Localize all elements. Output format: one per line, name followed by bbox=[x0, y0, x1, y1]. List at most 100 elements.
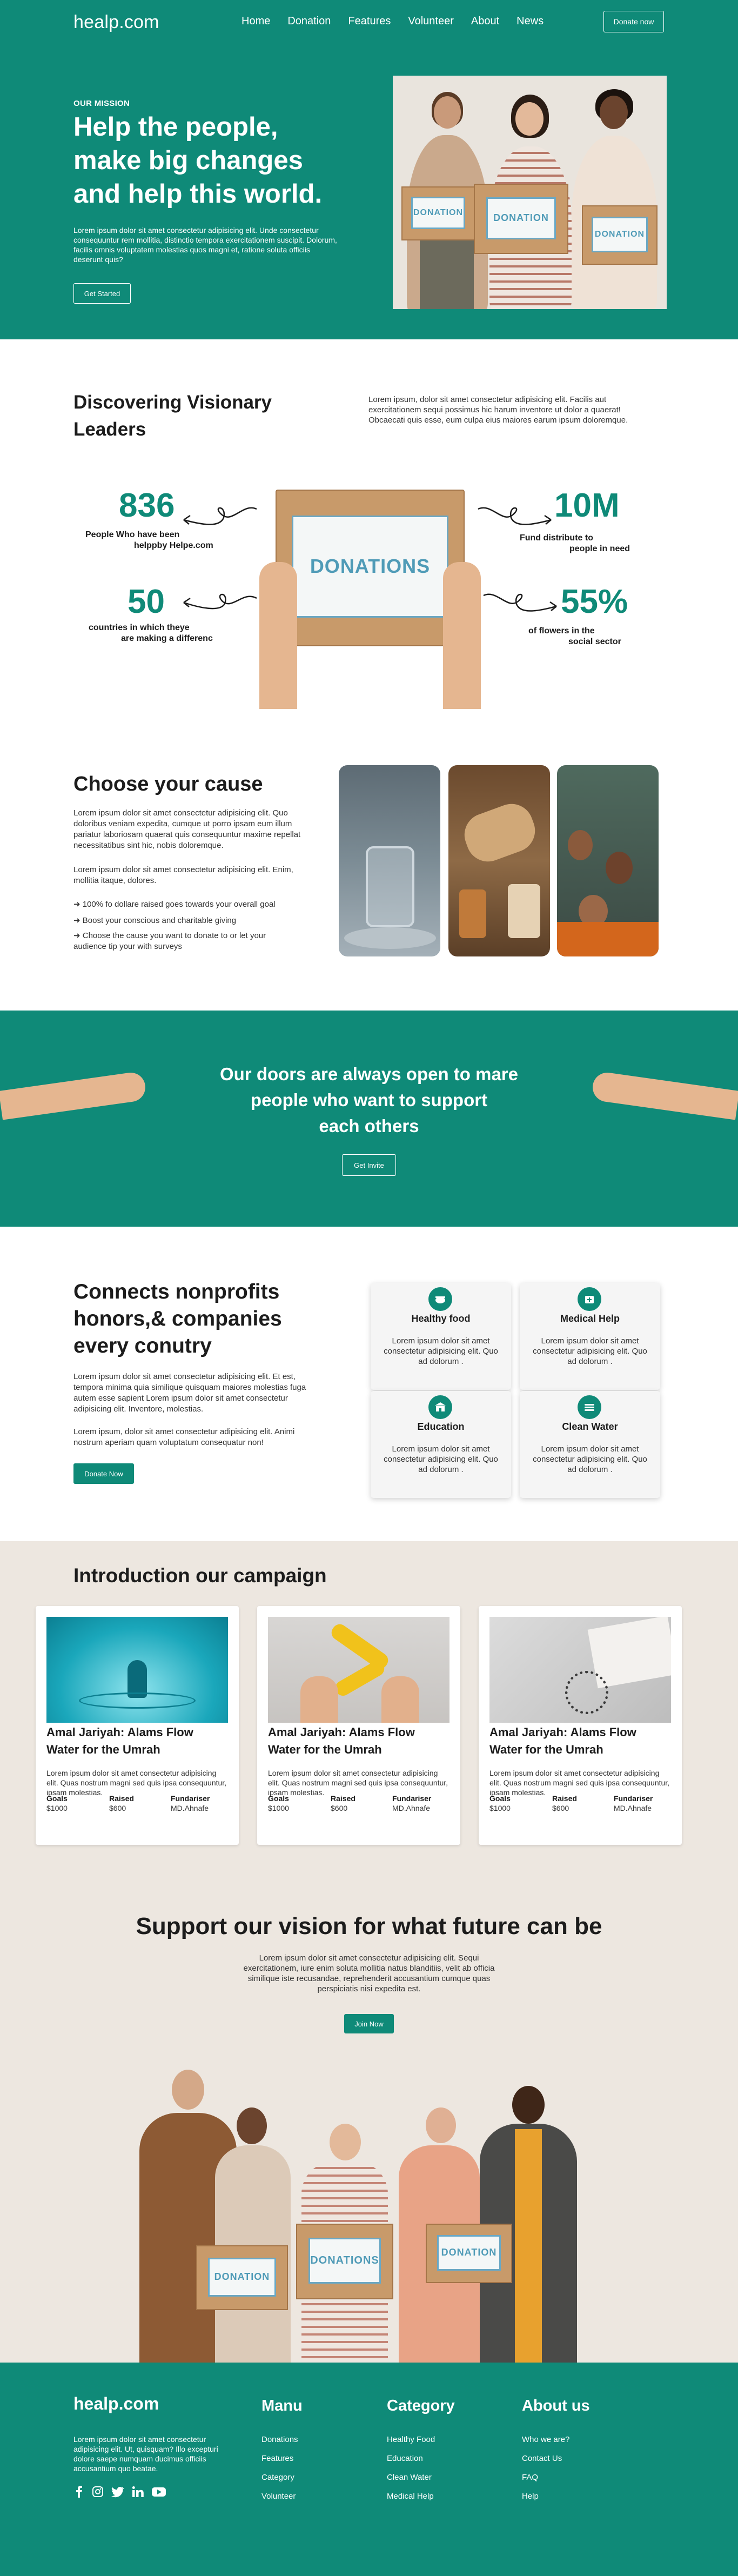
footer-link[interactable]: Contact Us bbox=[522, 2454, 562, 2463]
stat-label: countries in which theye are making a di… bbox=[89, 623, 240, 644]
facebook-icon[interactable] bbox=[73, 2486, 84, 2498]
hero-volunteers-image: DONATION DONATION DONATION bbox=[393, 76, 667, 309]
footer-link[interactable]: Who we are? bbox=[522, 2435, 569, 2444]
nav-item-volunteer[interactable]: Volunteer bbox=[408, 15, 454, 28]
page: healp.com Home Donation Features Volunte… bbox=[0, 0, 738, 2576]
arrow-squiggle-icon bbox=[183, 507, 257, 525]
connects-title-line: Connects nonprofits bbox=[73, 1280, 280, 1303]
get-started-button[interactable]: Get Started bbox=[73, 283, 131, 304]
footer-col-title: Category bbox=[387, 2397, 455, 2414]
campaign-card[interactable]: Amal Jariyah: Alams Flow Water for the Um… bbox=[257, 1606, 460, 1845]
stat-label-line: of flowers in the bbox=[528, 626, 595, 635]
campaign-card-text: Lorem ipsum dolor sit amet consectetur a… bbox=[46, 1769, 227, 1797]
check-item-text: 100% fo dollare raised goes towards your… bbox=[82, 900, 276, 909]
check-item: ➜ 100% fo dollare raised goes towards yo… bbox=[73, 899, 308, 910]
nav-item-donation[interactable]: Donation bbox=[287, 15, 331, 28]
nav-item-home[interactable]: Home bbox=[241, 15, 270, 28]
stat-label-line: social sector bbox=[568, 637, 621, 646]
hero-title: Help the people, make big changes and he… bbox=[73, 110, 376, 211]
donation-box-label: DONATION bbox=[411, 197, 466, 229]
linkedin-icon[interactable] bbox=[132, 2486, 144, 2498]
social-links bbox=[73, 2486, 166, 2498]
donate-now-button[interactable]: Donate now bbox=[603, 11, 664, 32]
footer-link[interactable]: Healthy Food bbox=[387, 2435, 435, 2444]
campaign-card-title-line: Water for the Umrah bbox=[268, 1743, 382, 1756]
connects-paragraph: Lorem ipsum dolor sit amet consectetur a… bbox=[73, 1372, 306, 1414]
stat-value: 55% bbox=[561, 583, 628, 620]
service-card[interactable]: Education Lorem ipsum dolor sit amet con… bbox=[371, 1391, 511, 1498]
nav-item-about[interactable]: About bbox=[471, 15, 499, 28]
campaign-card-title-line: Water for the Umrah bbox=[489, 1743, 603, 1756]
footer-link[interactable]: Help bbox=[522, 2492, 539, 2501]
medical-icon bbox=[578, 1287, 601, 1311]
goals-label: Goals bbox=[46, 1794, 68, 1803]
service-card[interactable]: Medical Help Lorem ipsum dolor sit amet … bbox=[520, 1283, 660, 1390]
fundraiser-value: MD.Ahnafe bbox=[171, 1804, 209, 1812]
raised-label: Raised bbox=[331, 1794, 355, 1803]
stat-label: of flowers in the social sector bbox=[528, 626, 663, 647]
arrow-icon: ➜ bbox=[73, 900, 80, 909]
service-card[interactable]: Clean Water Lorem ipsum dolor sit amet c… bbox=[520, 1391, 660, 1498]
donation-box-label: DONATION bbox=[437, 2235, 501, 2271]
connects-paragraph: Lorem ipsum, dolor sit amet consectetur … bbox=[73, 1427, 295, 1447]
food-icon bbox=[428, 1287, 452, 1311]
join-now-button[interactable]: Join Now bbox=[344, 2014, 394, 2033]
goals-label: Goals bbox=[489, 1794, 511, 1803]
logo[interactable]: healp.com bbox=[73, 12, 159, 33]
fundraiser-value: MD.Ahnafe bbox=[614, 1804, 652, 1812]
raised-label: Raised bbox=[552, 1794, 577, 1803]
hero-title-line: and help this world. bbox=[73, 179, 323, 209]
nav-item-features[interactable]: Features bbox=[348, 15, 391, 28]
instagram-icon[interactable] bbox=[92, 2486, 104, 2498]
card-title: Medical Help bbox=[560, 1313, 620, 1324]
footer-link[interactable]: Donations bbox=[261, 2435, 298, 2444]
twitter-icon[interactable] bbox=[111, 2486, 124, 2498]
water-drop-image bbox=[46, 1617, 228, 1723]
campaign-card-title-line: Amal Jariyah: Alams Flow bbox=[46, 1725, 193, 1739]
arrow-squiggle-icon bbox=[478, 507, 552, 525]
check-item: ➜ Boost your conscious and charitable gi… bbox=[73, 915, 308, 926]
service-card[interactable]: Healthy food Lorem ipsum dolor sit amet … bbox=[371, 1283, 511, 1390]
raised-value: $600 bbox=[552, 1804, 569, 1812]
footer-link[interactable]: Medical Help bbox=[387, 2492, 434, 2501]
stat-label-line: countries in which theye bbox=[89, 623, 190, 632]
goals-value: $1000 bbox=[268, 1804, 289, 1812]
goals-value: $1000 bbox=[489, 1804, 511, 1812]
footer-col-title: About us bbox=[522, 2397, 590, 2414]
cause-paragraph: Lorem ipsum dolor sit amet consectetur a… bbox=[73, 808, 301, 850]
footer-link[interactable]: Clean Water bbox=[387, 2473, 432, 2482]
campaign-title: Introduction our campaign bbox=[73, 1564, 327, 1587]
check-item: ➜ Choose the cause you want to donate to… bbox=[73, 931, 290, 952]
hero-description: Lorem ipsum dolor sit amet consectetur a… bbox=[73, 226, 337, 264]
footer-link[interactable]: Volunteer bbox=[261, 2492, 296, 2501]
footer-link[interactable]: Education bbox=[387, 2454, 423, 2463]
donate-now-button[interactable]: Donate Now bbox=[73, 1463, 134, 1484]
arrow-squiggle-icon bbox=[483, 593, 557, 612]
footer-link[interactable]: Category bbox=[261, 2473, 294, 2482]
leaders-title-line: Leaders bbox=[73, 419, 146, 440]
campaign-card[interactable]: Amal Jariyah: Alams Flow Water for the Um… bbox=[36, 1606, 239, 1845]
footer-link[interactable]: FAQ bbox=[522, 2473, 538, 2482]
nav-item-news[interactable]: News bbox=[516, 15, 544, 28]
card-text: Lorem ipsum dolor sit amet consectetur a… bbox=[533, 1444, 647, 1474]
check-item-text: Boost your conscious and charitable givi… bbox=[82, 916, 237, 925]
get-invite-button[interactable]: Get Invite bbox=[342, 1154, 396, 1176]
donation-box-label: DONATION bbox=[207, 2257, 277, 2297]
youtube-icon[interactable] bbox=[151, 2486, 166, 2498]
fundraiser-label: Fundariser bbox=[171, 1794, 210, 1803]
campaign-card-title: Amal Jariyah: Alams Flow Water for the Um… bbox=[46, 1724, 228, 1758]
hand-right-image bbox=[591, 1070, 738, 1120]
stat-label-line: are making a differenc bbox=[121, 634, 213, 643]
prayer-beads-image bbox=[489, 1617, 671, 1723]
arrow-icon: ➜ bbox=[73, 916, 80, 925]
fundraiser-label: Fundariser bbox=[614, 1794, 653, 1803]
stat-label-line: people in need bbox=[569, 544, 630, 553]
footer-link[interactable]: Features bbox=[261, 2454, 293, 2463]
donation-box-label: DONATIONS bbox=[308, 2238, 381, 2284]
footer-logo[interactable]: healp.com bbox=[73, 2394, 159, 2414]
cause-title: Choose your cause bbox=[73, 773, 263, 795]
hand-left-image bbox=[0, 1070, 147, 1120]
donation-box-label: DONATIONS bbox=[291, 515, 449, 618]
campaign-card[interactable]: Amal Jariyah: Alams Flow Water for the Um… bbox=[479, 1606, 682, 1845]
footer-col-title: Manu bbox=[261, 2397, 303, 2414]
